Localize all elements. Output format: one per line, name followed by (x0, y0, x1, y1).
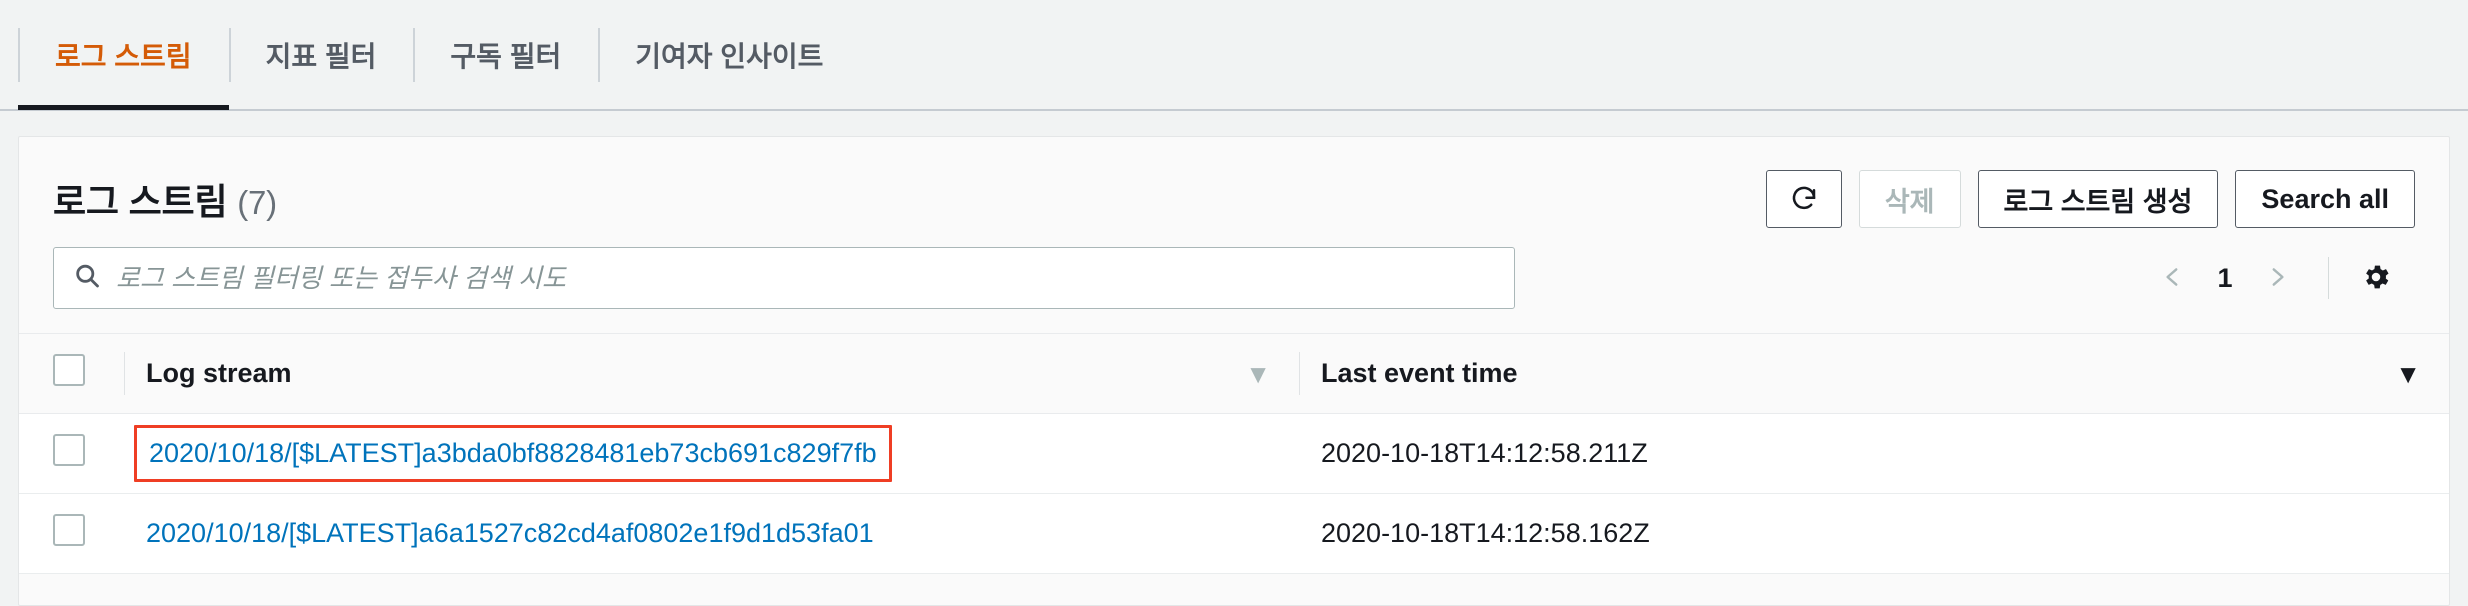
row-select-cell (19, 494, 124, 574)
log-stream-link[interactable]: 2020/10/18/[$LATEST]a3bda0bf8828481eb73c… (149, 438, 877, 468)
select-all-checkbox[interactable] (53, 354, 85, 386)
pagination-divider (2328, 257, 2329, 299)
log-streams-panel: 로그 스트림 (7) 삭제 로그 스트림 생성 Search all 로그 스트… (18, 136, 2450, 606)
gear-icon (2360, 261, 2392, 296)
row-checkbox[interactable] (53, 434, 85, 466)
pagination-prev-button[interactable] (2142, 247, 2204, 309)
filter-row: 1 (19, 233, 2449, 333)
tab-bar: 로그 스트림 지표 필터 구독 필터 기여자 인사이트 (0, 0, 2468, 111)
search-field-wrapper (53, 247, 1515, 309)
column-header-last-event-time-label: Last event time (1321, 358, 1518, 388)
row-log-stream-cell: 2020/10/18/[$LATEST]a3bda0bf8828481eb73c… (124, 414, 1299, 494)
row-checkbox[interactable] (53, 514, 85, 546)
log-stream-link[interactable]: 2020/10/18/[$LATEST]a6a1527c82cd4af0802e… (146, 518, 874, 548)
chevron-right-icon (2264, 264, 2290, 293)
sort-descending-icon: ▼ (1245, 358, 1271, 389)
tab-metric-filters[interactable]: 지표 필터 (228, 0, 414, 110)
tab-subscription-filters-label: 구독 필터 (450, 41, 562, 72)
search-input[interactable] (53, 247, 1515, 309)
column-header-log-stream[interactable]: Log stream ▼ (124, 334, 1299, 414)
pagination-next-button[interactable] (2246, 247, 2308, 309)
chevron-left-icon (2160, 264, 2186, 293)
row-log-stream-cell: 2020/10/18/[$LATEST]a6a1527c82cd4af0802e… (124, 494, 1299, 574)
create-log-stream-label: 로그 스트림 생성 (2003, 186, 2193, 217)
search-all-button[interactable]: Search all (2235, 170, 2415, 228)
row-last-event-time-cell: 2020-10-18T14:12:58.211Z (1321, 438, 1648, 468)
column-header-last-event-time[interactable]: Last event time ▼ (1299, 334, 2449, 414)
panel-actions: 삭제 로그 스트림 생성 Search all (1765, 170, 2415, 228)
log-streams-table: Log stream ▼ Last event time ▼ 2020/10/1… (19, 333, 2449, 574)
tab-log-streams[interactable]: 로그 스트림 (18, 0, 229, 110)
sort-descending-active-icon: ▼ (2395, 358, 2421, 389)
table-preferences-button[interactable] (2349, 251, 2403, 305)
panel-item-count: (7) (237, 184, 277, 221)
table-row[interactable]: 2020/10/18/[$LATEST]a3bda0bf8828481eb73c… (19, 413, 2449, 494)
delete-button[interactable]: 삭제 (1858, 170, 1961, 228)
refresh-icon (1789, 184, 1819, 214)
tab-contributor-insights[interactable]: 기여자 인사이트 (598, 0, 860, 110)
panel-title: 로그 스트림 (7) (53, 173, 277, 225)
highlight-annotation: 2020/10/18/[$LATEST]a3bda0bf8828481eb73c… (134, 425, 892, 482)
table-head: Log stream ▼ Last event time ▼ (19, 333, 2449, 414)
table-header-row: Log stream ▼ Last event time ▼ (19, 333, 2449, 414)
create-log-stream-button[interactable]: 로그 스트림 생성 (1977, 170, 2219, 228)
pagination: 1 (2142, 247, 2403, 309)
panel-header: 로그 스트림 (7) 삭제 로그 스트림 생성 Search all (19, 137, 2449, 233)
table-row[interactable]: 2020/10/18/[$LATEST]a6a1527c82cd4af0802e… (19, 493, 2449, 574)
search-all-label: Search all (2261, 183, 2389, 214)
panel-title-text: 로그 스트림 (53, 181, 228, 222)
tab-metric-filters-label: 지표 필터 (265, 41, 377, 72)
row-last-event-time-cell: 2020-10-18T14:12:58.162Z (1321, 518, 1650, 548)
column-header-log-stream-label: Log stream (146, 358, 292, 388)
refresh-button[interactable] (1765, 170, 1842, 228)
tab-contributor-insights-label: 기여자 인사이트 (635, 41, 824, 72)
select-all-header (19, 334, 124, 414)
table-body: 2020/10/18/[$LATEST]a3bda0bf8828481eb73c… (19, 413, 2449, 574)
pagination-page-1[interactable]: 1 (2208, 263, 2242, 294)
tab-log-streams-label: 로그 스트림 (55, 41, 192, 72)
delete-button-label: 삭제 (1884, 186, 1935, 217)
row-select-cell (19, 414, 124, 494)
tab-subscription-filters[interactable]: 구독 필터 (413, 0, 598, 110)
